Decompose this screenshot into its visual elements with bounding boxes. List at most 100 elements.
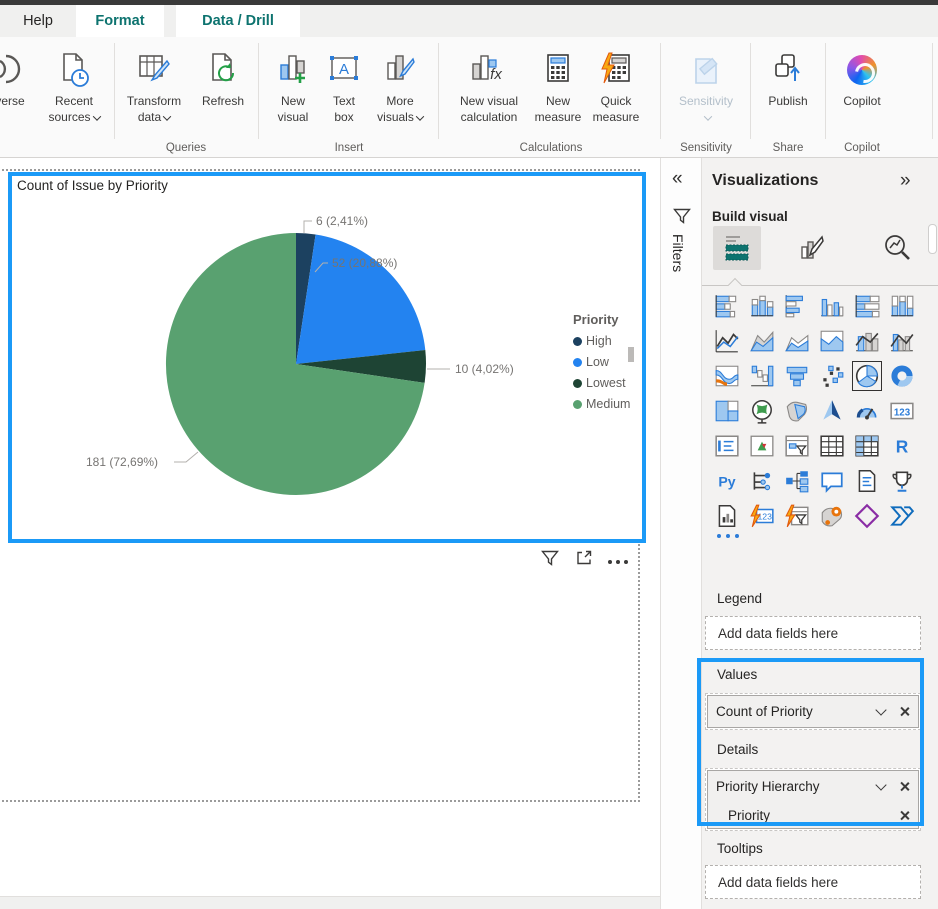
expand-pane-icon[interactable]: » <box>900 170 911 192</box>
tab-help[interactable]: Help <box>14 5 62 37</box>
legend-dot <box>573 400 582 409</box>
new-measure-button[interactable]: New measure <box>532 47 584 125</box>
100-stacked-column-chart-icon[interactable] <box>888 292 916 320</box>
filters-funnel-icon[interactable] <box>672 206 692 226</box>
100-stacked-area-chart-icon[interactable] <box>818 327 846 355</box>
field-chip-priority[interactable]: Priority <box>708 802 918 828</box>
line-and-clustered-column-chart-icon[interactable] <box>888 327 916 355</box>
ribbon-divider <box>932 43 933 139</box>
details-field-well[interactable]: Priority Hierarchy Priority <box>705 768 921 831</box>
remove-field-icon[interactable] <box>899 781 910 792</box>
visual-header-toolbar <box>540 548 628 568</box>
pie-slice-low[interactable] <box>296 235 425 365</box>
focus-mode-icon[interactable] <box>574 548 594 568</box>
kpi-icon[interactable] <box>748 432 776 460</box>
r-script-icon[interactable]: R <box>888 432 916 460</box>
new-visual-button[interactable]: New visual <box>266 47 320 125</box>
report-canvas[interactable]: Count of Issue by Priority 6 (2,41%) 52 … <box>0 158 660 909</box>
smart-narrative-icon[interactable] <box>853 467 881 495</box>
pie-chart-visual[interactable]: Count of Issue by Priority 6 (2,41%) 52 … <box>8 172 646 543</box>
table-icon[interactable] <box>818 432 846 460</box>
ribbon-group-copilot: Copilot <box>826 142 898 154</box>
pie-chart-icon[interactable] <box>853 362 881 390</box>
tab-format-visual[interactable] <box>788 226 836 270</box>
waterfall-chart-icon[interactable] <box>748 362 776 390</box>
key-influencers-icon[interactable] <box>748 467 776 495</box>
ribbon-divider <box>438 43 439 139</box>
new-visual-calculation-icon: fx <box>469 47 509 93</box>
legend-item-lowest[interactable]: Lowest <box>573 376 630 390</box>
decomposition-tree-icon[interactable] <box>783 467 811 495</box>
legend-item-low[interactable]: Low <box>573 355 630 369</box>
tab-format[interactable]: Format <box>76 5 164 37</box>
matrix-icon[interactable] <box>853 432 881 460</box>
scatter-chart-icon[interactable] <box>818 362 846 390</box>
filter-icon[interactable] <box>540 548 560 568</box>
donut-chart-icon[interactable] <box>888 362 916 390</box>
tab-data-drill[interactable]: Data / Drill <box>176 5 300 37</box>
collapse-pane-icon[interactable]: « <box>672 168 683 190</box>
ribbon-chart-icon[interactable] <box>713 362 741 390</box>
area-chart-icon[interactable] <box>748 327 776 355</box>
card-icon[interactable]: 123 <box>888 397 916 425</box>
clustered-bar-chart-icon[interactable] <box>783 292 811 320</box>
field-chip-priority-hierarchy[interactable]: Priority Hierarchy <box>708 771 918 802</box>
python-visual-icon[interactable]: Py <box>713 467 741 495</box>
more-visuals-button[interactable]: More visuals <box>366 47 434 125</box>
legend-item-high[interactable]: High <box>573 334 630 348</box>
tooltips-field-well[interactable]: Add data fields here <box>705 865 921 899</box>
filled-map-icon[interactable] <box>783 397 811 425</box>
recent-sources-button[interactable]: Recent sources <box>36 47 112 125</box>
new-card-icon[interactable]: 123 <box>748 502 776 530</box>
stacked-bar-chart-icon[interactable] <box>713 292 741 320</box>
refresh-button[interactable]: Refresh <box>192 47 254 109</box>
paginated-report-icon[interactable] <box>713 502 741 530</box>
map-icon[interactable] <box>748 397 776 425</box>
field-chip-count-of-priority[interactable]: Count of Priority <box>708 696 918 727</box>
arcgis-map-icon[interactable] <box>818 502 846 530</box>
publish-button[interactable]: Publish <box>756 47 820 109</box>
values-field-well[interactable]: Count of Priority <box>705 693 921 730</box>
line-and-stacked-column-chart-icon[interactable] <box>853 327 881 355</box>
tab-build-visual[interactable] <box>713 226 761 270</box>
pane-scrollbar-thumb[interactable] <box>928 224 937 254</box>
more-options-icon[interactable] <box>608 553 628 564</box>
new-visual-calculation-button[interactable]: fx New visual calculation <box>444 47 534 125</box>
100-stacked-bar-chart-icon[interactable] <box>853 292 881 320</box>
tab-analytics[interactable] <box>874 226 922 270</box>
line-chart-icon[interactable] <box>713 327 741 355</box>
visualizations-pane: Visualizations » Build visual 123RPy123 … <box>702 158 938 909</box>
legend-dot <box>573 379 582 388</box>
new-slicer-icon[interactable] <box>783 502 811 530</box>
well-label-legend: Legend <box>717 591 762 606</box>
more-visual-types-icon[interactable] <box>717 534 739 538</box>
quick-measure-button[interactable]: Quick measure <box>584 47 648 125</box>
sensitivity-button[interactable]: Sensitivity <box>666 47 746 125</box>
filters-pane-label[interactable]: Filters <box>670 234 686 272</box>
power-automate-icon[interactable] <box>888 502 916 530</box>
azure-map-icon[interactable] <box>818 397 846 425</box>
multi-row-card-icon[interactable] <box>713 432 741 460</box>
slicer-icon[interactable] <box>783 432 811 460</box>
dataverse-button[interactable]: verse <box>0 47 32 109</box>
legend-field-well[interactable]: Add data fields here <box>705 616 921 650</box>
treemap-icon[interactable] <box>713 397 741 425</box>
chevron-down-icon[interactable] <box>875 779 886 790</box>
remove-field-icon[interactable] <box>899 810 910 821</box>
stacked-column-chart-icon[interactable] <box>748 292 776 320</box>
copilot-button[interactable]: Copilot <box>830 47 894 109</box>
visual-resize-handle[interactable] <box>628 347 634 362</box>
svg-text:Py: Py <box>718 473 735 489</box>
funnel-chart-icon[interactable] <box>783 362 811 390</box>
clustered-column-chart-icon[interactable] <box>818 292 846 320</box>
transform-data-button[interactable]: Transform data <box>118 47 190 125</box>
power-apps-icon[interactable] <box>853 502 881 530</box>
stacked-area-chart-icon[interactable] <box>783 327 811 355</box>
legend-item-medium[interactable]: Medium <box>573 397 630 411</box>
metrics-icon[interactable] <box>888 467 916 495</box>
remove-field-icon[interactable] <box>899 706 910 717</box>
q-and-a-icon[interactable] <box>818 467 846 495</box>
chevron-down-icon[interactable] <box>875 704 886 715</box>
gauge-icon[interactable] <box>853 397 881 425</box>
text-box-button[interactable]: A Text box <box>322 47 366 125</box>
